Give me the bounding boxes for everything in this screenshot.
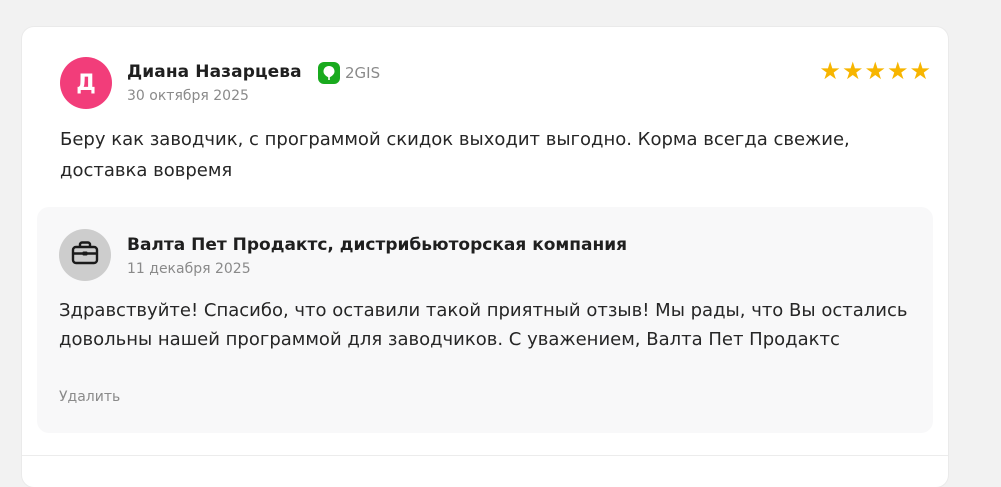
reply-text: Здравствуйте! Спасибо, что оставили тако… [59, 300, 908, 350]
star-icon: ★ [909, 57, 931, 85]
reply-author: Валта Пет Продактс, дистрибьюторская ком… [127, 235, 628, 255]
source-label: 2GIS [345, 64, 381, 82]
avatar-letter: Д [76, 70, 96, 96]
2gis-logo-icon [318, 62, 340, 84]
avatar[interactable]: Д [60, 57, 112, 109]
review-source: 2GIS [318, 62, 380, 84]
review-date: 30 октября 2025 [127, 88, 249, 104]
review-author[interactable]: Диана Назарцева [127, 62, 302, 82]
star-icon: ★ [819, 57, 841, 85]
company-reply: Валта Пет Продактс, дистрибьюторская ком… [37, 207, 933, 433]
briefcase-icon [71, 240, 99, 270]
divider [22, 455, 948, 456]
star-icon: ★ [841, 57, 864, 85]
delete-reply-link[interactable]: Удалить [59, 389, 120, 405]
reply-date: 11 декабря 2025 [127, 261, 251, 277]
review-card: Д Диана Назарцева 2GIS 30 октября 2025 ★… [22, 27, 948, 487]
star-rating: ★ ★ ★ ★ ★ [819, 59, 931, 83]
review-header: Д Диана Назарцева 2GIS 30 октября 2025 ★… [60, 57, 931, 109]
reply-avatar [59, 229, 111, 281]
star-icon: ★ [864, 57, 886, 85]
review-text: Беру как заводчик, с программой скидок в… [60, 129, 850, 181]
star-icon: ★ [886, 57, 909, 85]
